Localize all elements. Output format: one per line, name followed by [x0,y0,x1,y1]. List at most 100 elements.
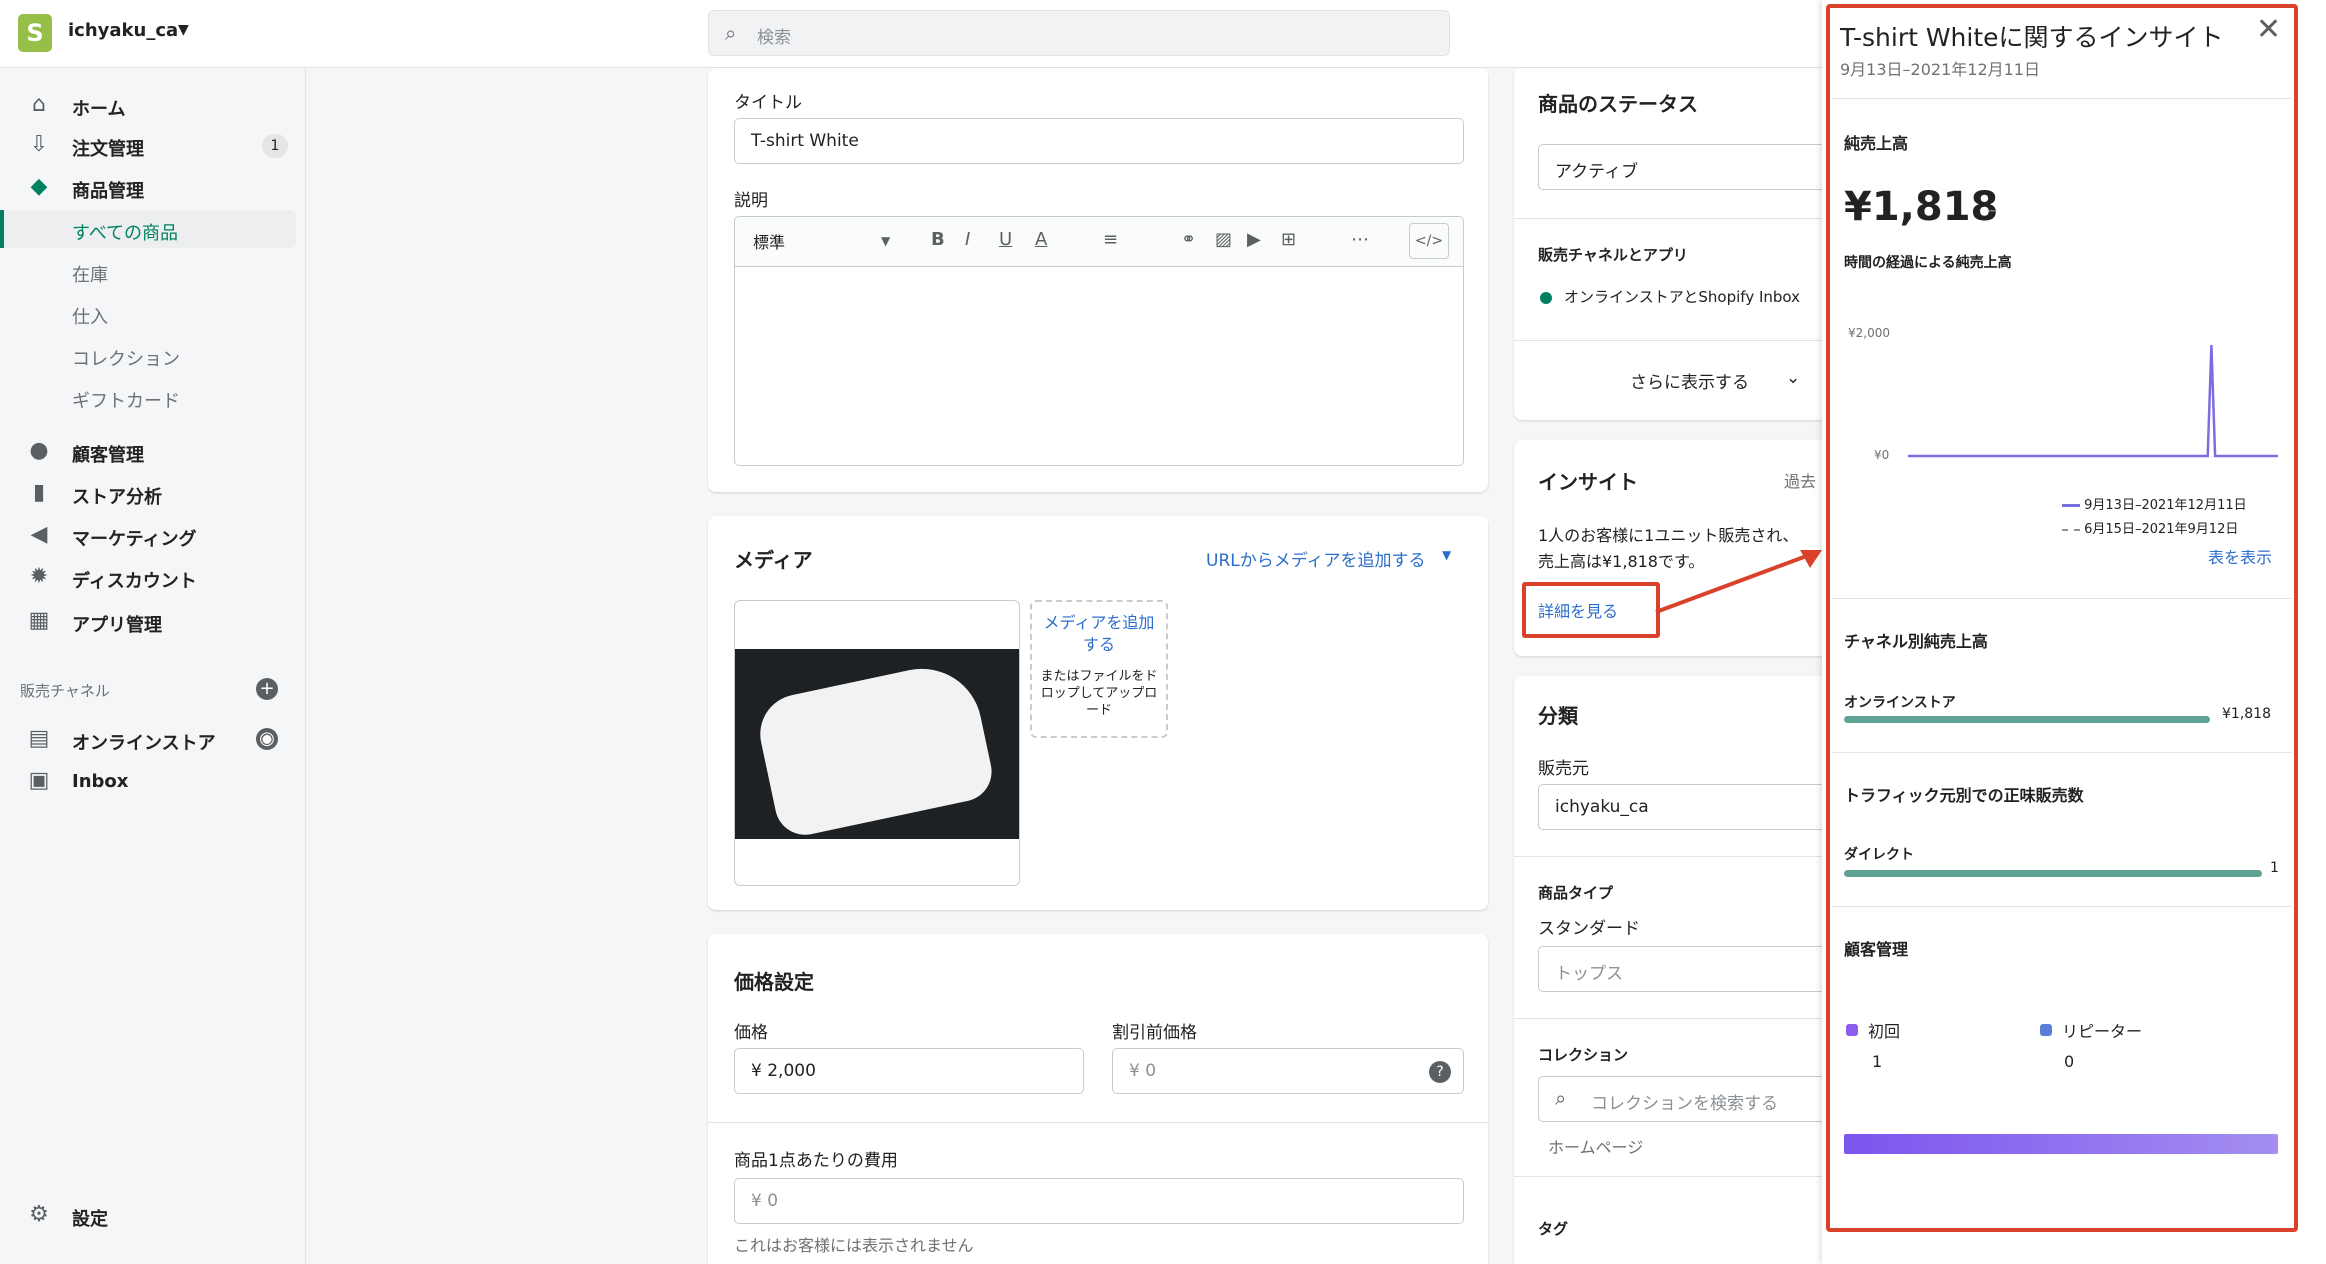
divider [1832,906,2292,907]
nav-purchasing[interactable]: 仕入 [0,294,300,332]
collection-tag[interactable]: ホームページ [1548,1134,1643,1158]
bold-button[interactable]: B [931,229,945,250]
customers-heading: 顧客管理 [1844,940,1909,959]
more-icon[interactable]: ⋯ [1351,229,1369,250]
traffic-heading: トラフィック元別での正味販売数 [1844,786,2084,805]
net-sales-series-line [1908,345,2278,458]
status-heading: 商品のステータス [1538,92,1698,116]
y-tick-bottom: ¥0 [1874,448,1890,462]
divider [1514,856,1854,857]
search-icon: ⌕ [725,21,737,45]
format-select[interactable]: 標準 [753,229,785,253]
add-channel-icon[interactable]: + [256,678,278,700]
legend-current: 9月13日–2021年12月11日 [2062,494,2247,513]
inbox-icon: ▣ [28,768,50,793]
pricing-card: 価格設定 価格 ¥ 2,000 割引前価格 ¥ 0 ? 商品1点あたりの費用 ¥… [708,934,1488,1264]
show-more-button[interactable]: さらに表示する [1630,368,1749,393]
align-icon[interactable]: ≡ [1103,229,1118,250]
product-image-thumbnail[interactable] [734,600,1020,886]
search-icon: ⌕ [1555,1086,1567,1110]
nav-settings-label: 設定 [72,1209,108,1230]
nav-discounts-label: ディスカウント [72,571,197,592]
nav-products[interactable]: ◆ 商品管理 [0,168,300,206]
nav-analytics[interactable]: ▮ ストア分析 [0,474,300,512]
sidebar: ⌂ ホーム ⇩ 注文管理 1 ◆ 商品管理 すべての商品 在庫 仕入 コレクショ… [0,68,306,1264]
home-icon: ⌂ [32,92,46,117]
returning-value: 0 [2064,1052,2075,1071]
text-color-button[interactable]: A [1035,229,1047,250]
nav-marketing[interactable]: ◀ マーケティング [0,516,300,554]
price-input[interactable]: ¥ 2,000 [734,1048,1084,1094]
shopify-logo-icon[interactable]: S [18,14,52,52]
format-select-caret-icon: ▼ [881,234,891,248]
returning-label: リピーター [2062,1022,2143,1041]
nav-online-store[interactable]: ▤ オンラインストア ◉ [0,720,300,758]
product-type-input[interactable]: トップス [1538,946,1838,992]
status-select[interactable]: アクティブ [1538,144,1858,190]
compare-price-label: 割引前価格 [1112,1023,1197,1043]
sales-channels-label: 販売チャネル [20,682,110,700]
view-table-link[interactable]: 表を表示 [2208,544,2272,568]
divider [1514,340,1854,341]
help-icon[interactable]: ? [1429,1061,1451,1083]
over-time-label: 時間の経過による純売上高 [1844,255,2012,271]
cost-input[interactable]: ¥ 0 [734,1178,1464,1224]
panel-title: T-shirt Whiteに関するインサイト [1840,23,2224,52]
title-input[interactable]: T-shirt White [734,118,1464,164]
search-bar[interactable]: ⌕ 検索 [708,10,1450,56]
apps-icon: ▦ [28,608,50,633]
media-dropzone[interactable]: メディアを追加する またはファイルをドロップしてアップロード [1030,600,1168,738]
video-icon[interactable]: ▶ [1247,229,1261,250]
nav-analytics-label: ストア分析 [72,487,162,508]
link-icon[interactable]: ⚭ [1181,229,1196,250]
nav-apps[interactable]: ▦ アプリ管理 [0,602,300,640]
italic-button[interactable]: I [965,229,970,250]
add-media-link[interactable]: メディアを追加する [1040,612,1158,656]
add-from-url-link[interactable]: URLからメディアを追加する [1206,546,1426,571]
orders-badge: 1 [262,134,288,158]
store-switcher-caret-icon[interactable]: ▼ [178,22,189,38]
vendor-label: 販売元 [1538,759,1589,779]
nav-customers[interactable]: ● 顧客管理 [0,432,300,470]
code-icon[interactable]: </> [1409,223,1449,259]
nav-collections-label: コレクション [72,349,180,370]
collections-search-input[interactable]: ⌕ コレクションを検索する [1538,1076,1858,1122]
chevron-down-icon[interactable]: ⌄ [1786,368,1800,388]
analytics-icon: ▮ [32,480,46,505]
editor-toolbar: 標準 ▼ B I U A ≡ ⚭ ▨ ▶ ⊞ ⋯ </> [735,217,1463,267]
orders-icon: ⇩ [29,132,49,157]
image-icon[interactable]: ▨ [1215,229,1232,250]
add-from-url-caret-icon[interactable]: ▼ [1442,548,1451,562]
table-icon[interactable]: ⊞ [1281,229,1296,250]
collections-placeholder: コレクションを検索する [1591,1094,1778,1114]
product-type-sublabel: スタンダード [1538,919,1640,939]
price-label: 価格 [734,1023,768,1043]
nav-all-products-label: すべての商品 [72,223,179,244]
first-time-label: 初回 [1868,1022,1901,1041]
vendor-input[interactable]: ichyaku_ca [1538,784,1858,830]
nav-discounts[interactable]: ✹ ディスカウント [0,558,300,596]
nav-settings[interactable]: ⚙ 設定 [0,1196,300,1234]
product-details-card: タイトル T-shirt White 説明 標準 ▼ B I U A ≡ ⚭ ▨… [708,68,1488,492]
nav-inventory[interactable]: 在庫 [0,252,300,290]
nav-gift-cards[interactable]: ギフトカード [0,378,300,416]
nav-all-products[interactable]: すべての商品 [0,210,296,248]
price-input-value: ¥ 2,000 [751,1061,816,1081]
divider [1832,598,2292,599]
eye-icon[interactable]: ◉ [256,728,278,750]
compare-price-input[interactable]: ¥ 0 ? [1112,1048,1464,1094]
nav-collections[interactable]: コレクション [0,336,300,374]
description-editor[interactable]: 標準 ▼ B I U A ≡ ⚭ ▨ ▶ ⊞ ⋯ </> [734,216,1464,466]
channel-name: オンラインストア [1844,695,1956,711]
nav-inbox[interactable]: ▣ Inbox [0,762,300,800]
nav-home[interactable]: ⌂ ホーム [0,86,300,124]
channels-apps-label: 販売チャネルとアプリ [1538,246,1688,264]
divider [1514,1018,1854,1019]
net-sales-chart [1908,345,2278,458]
store-name[interactable]: ichyaku_ca [68,20,178,41]
pricing-heading: 価格設定 [734,970,814,994]
close-icon[interactable]: ✕ [2256,12,2281,47]
nav-orders[interactable]: ⇩ 注文管理 1 [0,126,300,164]
status-card: 商品のステータス アクティブ 販売チャネルとアプリ オンラインストアとShopi… [1514,68,1858,420]
underline-button[interactable]: U [999,229,1012,250]
